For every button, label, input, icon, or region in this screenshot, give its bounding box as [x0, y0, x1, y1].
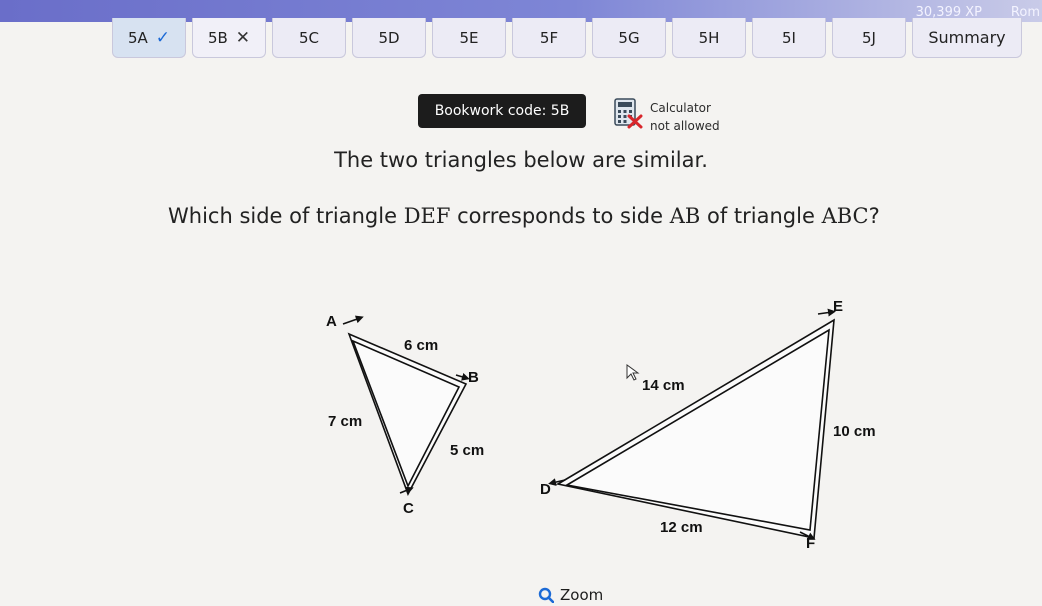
vertex-label-d: D [540, 481, 551, 498]
vertex-label-f: F [806, 535, 815, 552]
side-label-ef: 10 cm [833, 423, 876, 440]
vertex-label-c: C [403, 500, 414, 517]
side-label-bc: 5 cm [450, 442, 484, 459]
magnifier-icon [538, 587, 554, 603]
mouse-pointer-icon [626, 364, 640, 381]
vertex-label-a: A [326, 313, 337, 330]
side-label-de: 14 cm [642, 377, 685, 394]
triangle-figure: A B C 6 cm 7 cm 5 cm E D F 14 cm 10 cm 1… [326, 298, 876, 552]
triangle-def [548, 308, 836, 540]
vertex-label-e: E [833, 298, 843, 315]
vertex-label-b: B [468, 369, 479, 386]
side-label-df: 12 cm [660, 519, 703, 536]
zoom-button[interactable]: Zoom [538, 586, 603, 604]
side-label-ab: 6 cm [404, 337, 438, 354]
side-label-ac: 7 cm [328, 413, 362, 430]
